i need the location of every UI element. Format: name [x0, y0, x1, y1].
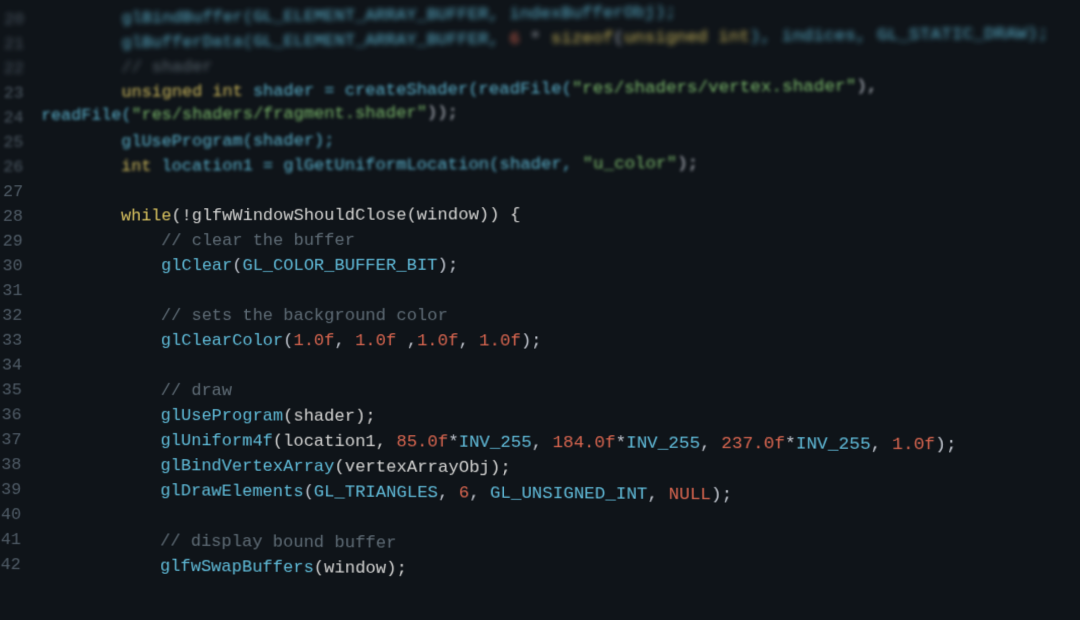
line-number: 36: [1, 403, 21, 428]
line-number: 21: [4, 33, 24, 58]
line-number: 31: [2, 279, 22, 304]
line-number: 25: [3, 131, 23, 156]
line-number: 40: [1, 503, 21, 528]
line-number: 41: [1, 528, 21, 553]
code-line[interactable]: int location1 = glGetUniformLocation(sha…: [41, 150, 1051, 181]
line-number: 32: [2, 304, 22, 329]
line-number: 33: [2, 329, 22, 354]
code-line[interactable]: // sets the background color: [40, 304, 1053, 330]
code-line[interactable]: glClear(GL_COLOR_BUFFER_BIT);: [40, 252, 1052, 279]
line-number: 29: [3, 230, 23, 255]
code-line[interactable]: [41, 175, 1051, 205]
code-line[interactable]: [40, 354, 1054, 382]
line-number: 20: [4, 8, 24, 33]
line-number: 24: [3, 106, 23, 131]
line-number: 42: [1, 553, 21, 578]
line-number: 23: [4, 82, 24, 107]
line-number: 30: [2, 254, 22, 279]
line-number: 34: [2, 354, 22, 379]
code-line[interactable]: // clear the buffer: [40, 227, 1051, 255]
line-number: 22: [4, 57, 24, 82]
code-lines[interactable]: glBindBuffer(GL_ELEMENT_ARRAY_BUFFER, in…: [38, 0, 1056, 615]
line-number: 38: [1, 453, 21, 478]
code-line[interactable]: glClearColor(1.0f, 1.0f ,1.0f, 1.0f);: [40, 329, 1053, 356]
code-editor[interactable]: 20 21 22 23 24 25 26 27 28 29 30 31 32 3…: [0, 0, 1080, 616]
line-number: 39: [1, 478, 21, 503]
code-line[interactable]: [40, 278, 1052, 304]
line-number: 27: [3, 180, 23, 205]
code-line[interactable]: while(!glfwWindowShouldClose(window)) {: [40, 201, 1051, 230]
line-number: 28: [3, 205, 23, 230]
line-number: 37: [1, 428, 21, 453]
line-number: 26: [3, 156, 23, 181]
line-number: 35: [2, 378, 22, 403]
line-number-gutter: 20 21 22 23 24 25 26 27 28 29 30 31 32 3…: [0, 8, 41, 604]
